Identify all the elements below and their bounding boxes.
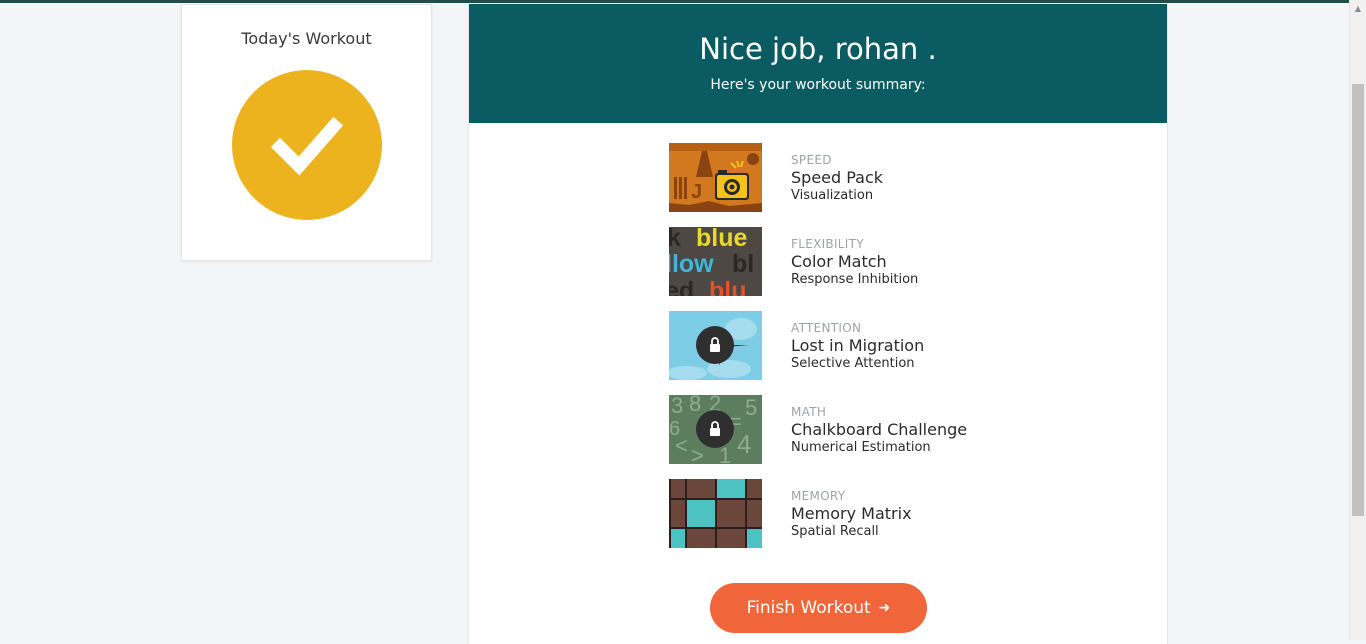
workout-summary-card: Nice job, rohan . Here's your workout su… [468, 4, 1168, 644]
scroll-up-arrow-icon[interactable]: ▲ [1350, 0, 1366, 17]
page-scrollbar[interactable]: ▲ [1349, 0, 1366, 640]
finish-workout-label: Finish Workout [746, 598, 871, 618]
arrow-right-icon: ➜ [878, 600, 891, 616]
game-list: J SPEED Speed Pack Visualization k blue … [669, 143, 1069, 563]
game-name: Speed Pack [791, 168, 884, 187]
scrollbar-thumb[interactable] [1352, 84, 1364, 516]
top-accent-line [0, 0, 1366, 3]
game-row-memory-matrix[interactable]: MEMORY Memory Matrix Spatial Recall [669, 479, 1069, 563]
svg-text:ed: ed [669, 277, 694, 296]
game-row-chalkboard-challenge[interactable]: 3 8 2 5 6 = < 4 > 1 MATH Chalkboard Chal… [669, 395, 1069, 479]
speed-pack-thumbnail: J [669, 143, 762, 212]
game-name: Chalkboard Challenge [791, 420, 968, 439]
game-skill: Spatial Recall [791, 524, 879, 539]
todays-workout-title: Today's Workout [241, 29, 372, 48]
svg-text:5: 5 [745, 395, 757, 420]
svg-text:8: 8 [689, 395, 701, 416]
finish-workout-button[interactable]: Finish Workout ➜ [710, 583, 927, 633]
memory-matrix-thumbnail [669, 479, 762, 548]
game-category: MATH [791, 405, 827, 419]
game-skill: Visualization [791, 188, 874, 203]
game-text: ATTENTION Lost in Migration Selective At… [791, 320, 1071, 372]
svg-text:<: < [675, 433, 688, 458]
game-row-color-match[interactable]: k blue llow bl ed blu FLEXIBILITY Color … [669, 227, 1069, 311]
svg-text:>: > [691, 443, 704, 464]
game-name: Color Match [791, 252, 887, 271]
svg-text:J: J [691, 181, 702, 203]
game-text: MATH Chalkboard Challenge Numerical Esti… [791, 404, 1071, 456]
game-name: Memory Matrix [791, 504, 912, 523]
game-category: FLEXIBILITY [791, 237, 864, 251]
summary-subtitle: Here's your workout summary: [710, 77, 926, 93]
summary-header: Nice job, rohan . Here's your workout su… [469, 4, 1167, 123]
game-row-lost-in-migration[interactable]: ATTENTION Lost in Migration Selective At… [669, 311, 1069, 395]
game-text: SPEED Speed Pack Visualization [791, 152, 1071, 204]
svg-text:4: 4 [737, 429, 751, 459]
game-text: MEMORY Memory Matrix Spatial Recall [791, 488, 1071, 540]
game-text: FLEXIBILITY Color Match Response Inhibit… [791, 236, 1071, 288]
game-row-speed-pack[interactable]: J SPEED Speed Pack Visualization [669, 143, 1069, 227]
game-skill: Response Inhibition [791, 272, 919, 287]
svg-text:bl: bl [732, 250, 754, 278]
lost-in-migration-thumbnail [669, 311, 762, 380]
svg-text:llow: llow [669, 250, 714, 278]
game-skill: Selective Attention [791, 356, 915, 371]
svg-text:blu: blu [709, 277, 747, 296]
summary-title: Nice job, rohan . [699, 32, 937, 66]
svg-text:blue: blue [696, 227, 747, 252]
todays-workout-card: Today's Workout [181, 4, 432, 261]
chalkboard-challenge-thumbnail: 3 8 2 5 6 = < 4 > 1 [669, 395, 762, 464]
checkmark-icon [270, 116, 344, 176]
game-category: MEMORY [791, 489, 846, 503]
svg-text:k: k [669, 227, 681, 252]
svg-text:3: 3 [671, 395, 683, 418]
game-category: ATTENTION [791, 321, 862, 335]
game-category: SPEED [791, 153, 832, 167]
color-match-thumbnail: k blue llow bl ed blu [669, 227, 762, 296]
game-skill: Numerical Estimation [791, 440, 931, 455]
workout-complete-badge [232, 70, 382, 220]
game-name: Lost in Migration [791, 336, 925, 355]
